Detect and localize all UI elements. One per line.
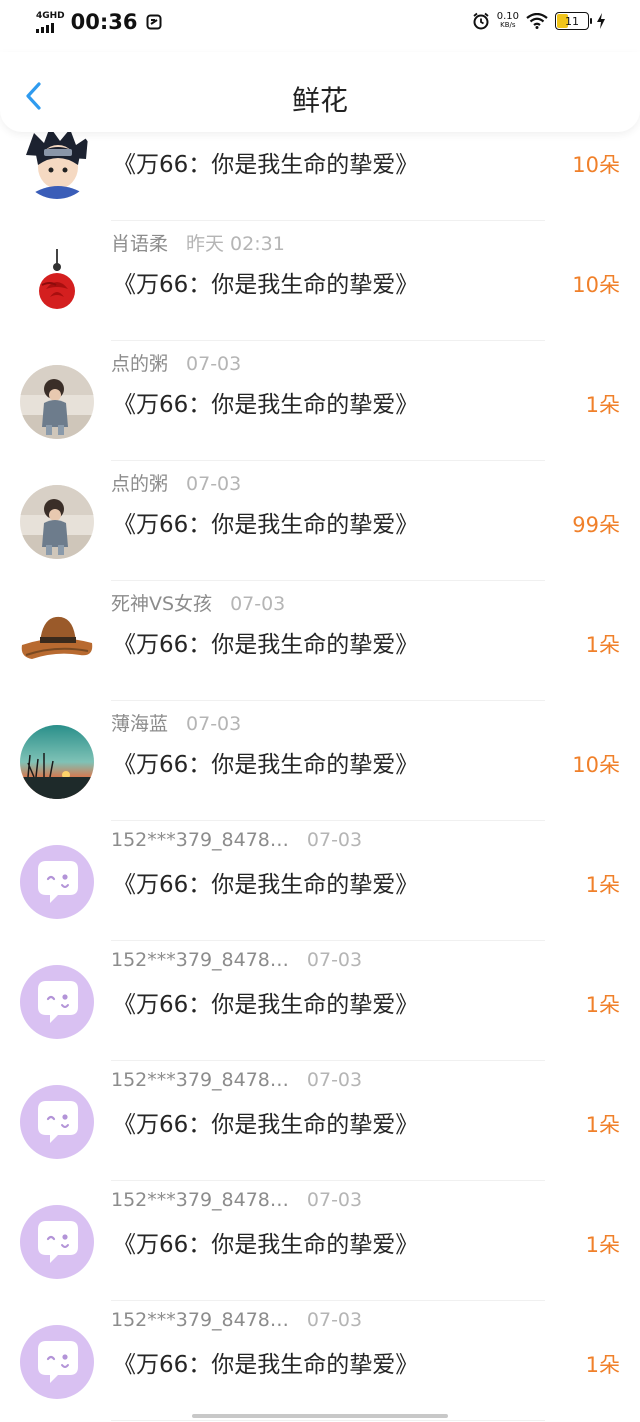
send-time: 07-03 [306,1069,363,1091]
avatar[interactable] [20,605,94,679]
flower-count: 1朵 [585,393,620,417]
avatar[interactable] [20,1085,94,1159]
signal-icon [36,22,54,33]
sender-name: 点的粥 [111,473,169,495]
list-item[interactable]: 152***379_8478… 07-03 《万66：你是我生命的挚爱》 1朵 [0,1061,640,1181]
network-indicator: 4GHD [36,10,65,33]
sender-name: 152***379_8478… [111,829,289,851]
sender-meta: 薄海蓝 07-03 [111,709,241,736]
battery-icon: 11 [555,12,592,30]
flower-count: 1朵 [585,1353,620,1377]
avatar[interactable] [20,1325,94,1399]
avatar[interactable] [20,725,94,799]
list-item[interactable]: 152***379_8478… 07-03 《万66：你是我生命的挚爱》 1朵 [0,1301,640,1421]
network-speed-value: 0.10 [496,11,519,22]
wifi-icon [526,13,548,29]
page-title: 鲜花 [291,84,348,117]
flower-count: 1朵 [585,1233,620,1257]
sender-meta: 152***379_8478… 07-03 [111,1309,362,1331]
network-label: 4GHD [36,10,65,21]
avatar[interactable] [20,485,94,559]
avatar[interactable] [20,125,94,199]
avatar[interactable] [20,1205,94,1279]
send-time: 07-03 [186,353,242,375]
flower-count: 10朵 [572,153,620,177]
status-left: 4GHD 00:36 [36,10,162,34]
status-right: 0.10 KB/s 11 [472,12,606,30]
screenshot-notification-icon [146,14,162,30]
flower-count: 1朵 [585,993,620,1017]
song-title: 《万66：你是我生命的挚爱》 [113,1232,419,1258]
song-title: 《万66：你是我生命的挚爱》 [113,152,419,178]
song-title: 《万66：你是我生命的挚爱》 [113,512,419,538]
list-item[interactable]: 死神VS女孩 07-03 《万66：你是我生命的挚爱》 1朵 [0,581,640,701]
send-time: 07-03 [230,593,286,615]
sender-name: 152***379_8478… [111,1189,289,1211]
song-title: 《万66：你是我生命的挚爱》 [113,752,419,778]
sender-name: 152***379_8478… [111,1069,289,1091]
song-title: 《万66：你是我生命的挚爱》 [113,1112,419,1138]
send-time: 07-03 [186,473,242,495]
list-item[interactable]: 点的粥 07-03 《万66：你是我生命的挚爱》 99朵 [0,461,640,581]
clock: 00:36 [70,10,138,34]
sender-meta: 152***379_8478… 07-03 [111,949,362,971]
network-speed-unit: KB/s [500,21,516,29]
battery-level: 11 [565,14,579,28]
song-title: 《万66：你是我生命的挚爱》 [113,392,419,418]
network-speed: 0.10 KB/s [497,12,519,30]
sender-meta: 152***379_8478… 07-03 [111,1189,362,1211]
sender-name: 152***379_8478… [111,1309,289,1331]
avatar[interactable] [20,965,94,1039]
send-time: 07-03 [306,1189,363,1211]
sender-meta: 点的粥 07-03 [111,469,241,496]
sender-name: 死神VS女孩 [111,593,213,615]
home-indicator[interactable] [192,1414,448,1418]
charging-icon [597,13,605,29]
avatar[interactable] [20,845,94,919]
sender-meta: 点的粥 07-03 [111,349,241,376]
list-item[interactable]: 薄海蓝 07-03 《万66：你是我生命的挚爱》 10朵 [0,701,640,821]
sender-meta: 152***379_8478… 07-03 [111,1069,362,1091]
status-bar: 4GHD 00:36 0.10 KB/s 11 [0,0,640,52]
send-time: 07-03 [306,829,363,851]
song-title: 《万66：你是我生命的挚爱》 [113,272,419,298]
sender-name: 肖语柔 [111,233,169,255]
list-item[interactable]: 152***379_8478… 07-03 《万66：你是我生命的挚爱》 1朵 [0,1181,640,1301]
divider [111,1420,545,1421]
song-title: 《万66：你是我生命的挚爱》 [113,632,419,658]
sender-meta: 152***379_8478… 07-03 [111,829,362,851]
list-item[interactable]: 肖语柔 昨天 02:31 《万66：你是我生命的挚爱》 10朵 [0,221,640,341]
flower-count: 10朵 [572,753,620,777]
sender-name: 薄海蓝 [111,713,169,735]
flower-count: 1朵 [585,1113,620,1137]
sender-name: 152***379_8478… [111,949,289,971]
send-time: 07-03 [306,1309,363,1331]
send-time: 07-03 [186,713,242,735]
navigation-bar: 鲜花 [0,52,640,132]
send-time: 07-03 [306,949,363,971]
send-time: 昨天 02:31 [186,233,285,255]
list-item[interactable]: 152***379_8478… 07-03 《万66：你是我生命的挚爱》 1朵 [0,941,640,1061]
list-item[interactable]: 152***379_8478… 07-03 《万66：你是我生命的挚爱》 1朵 [0,821,640,941]
flower-count: 1朵 [585,873,620,897]
flower-count: 99朵 [572,513,620,537]
avatar[interactable] [20,245,94,319]
sender-meta: 肖语柔 昨天 02:31 [111,229,285,256]
flower-count: 10朵 [572,273,620,297]
flower-count: 1朵 [585,633,620,657]
sender-meta: 死神VS女孩 07-03 [111,589,285,616]
sender-name: 点的粥 [111,353,169,375]
song-title: 《万66：你是我生命的挚爱》 [113,872,419,898]
alarm-icon [473,12,489,30]
avatar[interactable] [20,365,94,439]
list-item[interactable]: 点的粥 07-03 《万66：你是我生命的挚爱》 1朵 [0,341,640,461]
song-title: 《万66：你是我生命的挚爱》 [113,992,419,1018]
song-title: 《万66：你是我生命的挚爱》 [113,1352,419,1378]
